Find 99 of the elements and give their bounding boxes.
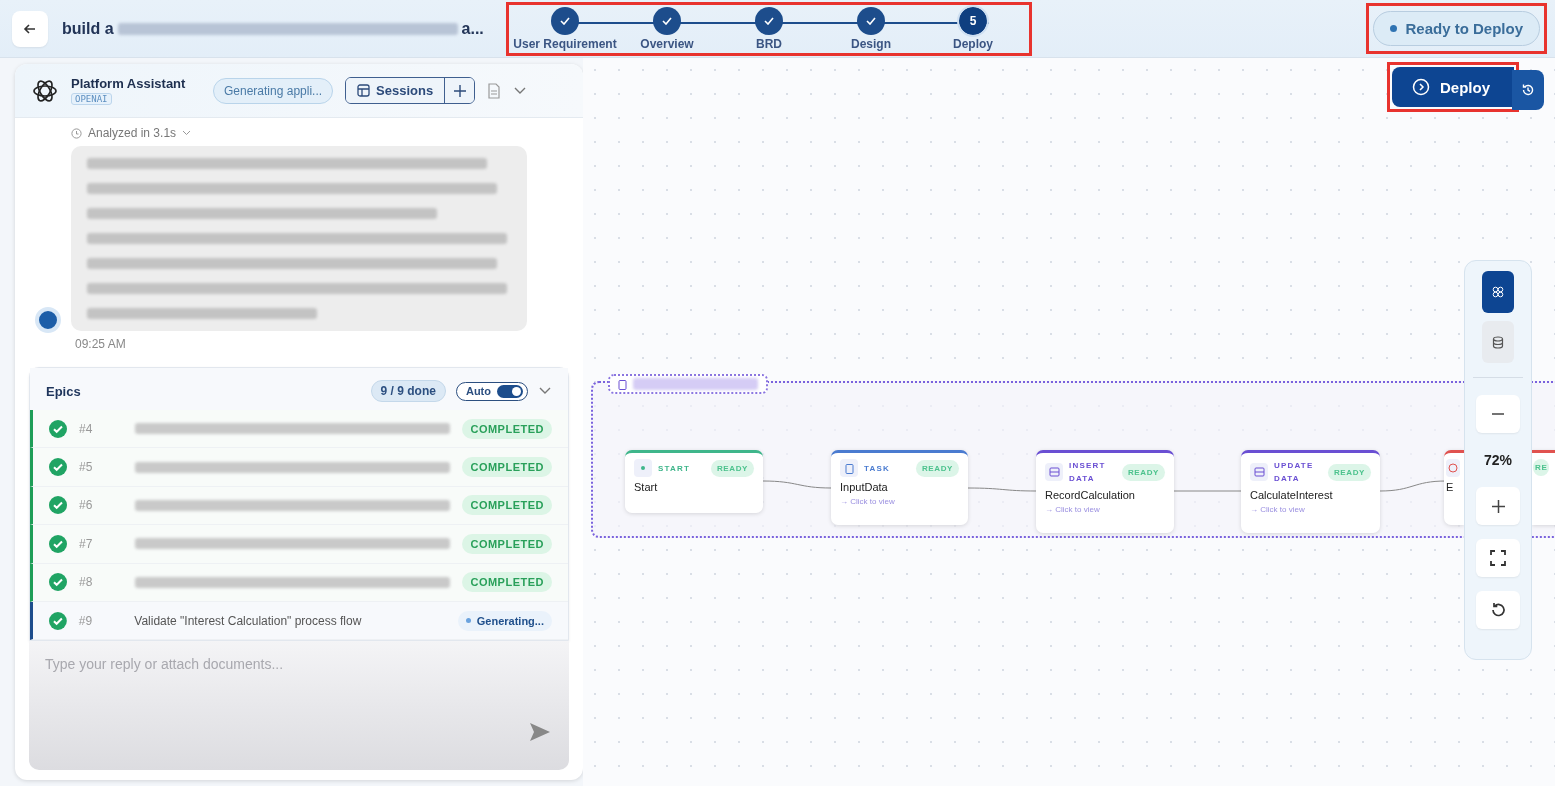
check-icon [764, 16, 774, 25]
database-icon [1492, 335, 1504, 349]
reset-icon [1490, 602, 1506, 618]
clipboard-icon [840, 459, 858, 477]
node-name: CalculateInterest [1250, 489, 1334, 501]
progress-pill: 9 / 9 done [370, 380, 446, 402]
epic-number: #7 [79, 536, 94, 551]
status-badge: COMPLETED [462, 572, 552, 593]
fullscreen-icon [1490, 550, 1506, 566]
table-icon [1045, 463, 1063, 481]
clock-icon [71, 127, 82, 139]
assistant-name: Platform Assistant [71, 76, 186, 91]
chevron-down-icon[interactable] [513, 85, 528, 96]
epics-title: Epics [46, 383, 82, 399]
node-type: UPDATE DATA [1274, 460, 1315, 485]
message-time: 09:25 AM [75, 337, 127, 351]
edge-line [1379, 480, 1447, 492]
node-name: RecordCalculation [1045, 489, 1136, 501]
auto-toggle[interactable]: Auto [455, 381, 528, 401]
ready-badge: READY [711, 459, 754, 477]
grid-view-button[interactable] [1482, 271, 1514, 313]
check-circle-icon [49, 534, 67, 553]
minus-icon [1492, 413, 1504, 415]
status-badge: Ready to Deploy [1373, 11, 1540, 46]
plus-icon [452, 83, 467, 98]
epic-number: #4 [79, 421, 94, 436]
step-label[interactable]: Design [851, 36, 891, 51]
fullscreen-button[interactable] [1476, 539, 1520, 577]
node-type: TASK [864, 462, 891, 475]
reset-button[interactable] [1476, 591, 1520, 629]
epic-title: Validate "Interest Calculation" process flow [134, 613, 363, 628]
step-label[interactable]: Deploy [953, 36, 993, 51]
epic-row[interactable]: #9 Validate "Interest Calculation" process flow Generating... [30, 601, 568, 641]
layout-icon [357, 84, 371, 97]
toggle-switch[interactable] [497, 384, 523, 398]
edge-line [762, 480, 832, 489]
check-circle-icon [49, 458, 67, 477]
zoom-level: 72% [1484, 452, 1512, 468]
check-icon [662, 16, 672, 25]
edge-line [1173, 490, 1242, 492]
step-label[interactable]: Overview [640, 36, 694, 51]
ready-badge: READY [1328, 463, 1371, 481]
analyzed-label: Analyzed in 3.1s [88, 126, 177, 140]
chevron-down-icon[interactable] [538, 386, 552, 396]
status-pill: Generating appli... [213, 77, 334, 104]
stop-icon [1446, 459, 1460, 477]
flow-node[interactable]: E [1444, 450, 1464, 525]
edge-line [967, 487, 1037, 492]
deploy-button[interactable]: Deploy [1392, 67, 1514, 107]
node-type: START [658, 462, 692, 475]
ready-badge: READY [1122, 463, 1165, 481]
status-badge: COMPLETED [462, 495, 552, 516]
check-circle-icon [49, 611, 67, 630]
check-circle-icon [49, 419, 67, 438]
history-icon [1521, 83, 1535, 97]
table-icon [1250, 463, 1268, 481]
back-button[interactable] [12, 10, 48, 47]
node-name: InputData [840, 481, 889, 493]
node-name: Start [634, 481, 659, 493]
node-type: INSERT DATA [1069, 460, 1107, 485]
flow-node[interactable]: TASK READY InputData → Click to view [831, 450, 968, 525]
back-arrow-icon [23, 21, 37, 36]
flow-node[interactable]: INSERT DATA READY RecordCalculation → Click to view [1036, 450, 1174, 533]
epic-number: #5 [79, 460, 94, 475]
node-name: E [1446, 481, 1455, 493]
status-badge: Generating... [457, 610, 552, 631]
check-circle-icon [49, 573, 67, 592]
epic-number: #9 [78, 613, 94, 628]
step-label[interactable]: BRD [756, 36, 782, 51]
epic-number: #8 [79, 575, 94, 590]
send-icon[interactable] [529, 722, 551, 742]
ready-badge: RE [1533, 459, 1550, 476]
reply-field[interactable]: Type your reply or attach documents... [43, 655, 555, 674]
flow-node[interactable]: UPDATE DATA READY CalculateInterest → Click to view [1241, 450, 1380, 533]
check-icon [560, 16, 570, 25]
status-badge: COMPLETED [462, 457, 552, 478]
grid-icon [1492, 286, 1504, 298]
check-icon [866, 16, 876, 25]
new-session-button[interactable] [444, 78, 475, 103]
provider-tag: OPENAI [71, 93, 112, 105]
step-number: 5 [969, 13, 977, 28]
plus-icon [1491, 499, 1505, 513]
sessions-button[interactable]: Sessions [346, 78, 445, 103]
start-icon [634, 459, 652, 477]
status-badge: COMPLETED [462, 533, 552, 554]
status-badge: COMPLETED [462, 418, 552, 439]
clipboard-icon [618, 378, 627, 390]
chevron-down-icon[interactable] [182, 130, 192, 136]
assistant-avatar [35, 307, 61, 333]
step-label[interactable]: User Requirement [513, 36, 617, 51]
database-button[interactable] [1482, 321, 1514, 363]
check-circle-icon [49, 496, 67, 515]
project-title-end: a... [461, 19, 484, 38]
project-title: build a [62, 19, 114, 38]
play-circle-icon [1412, 78, 1430, 96]
epic-number: #6 [79, 498, 94, 513]
flow-node[interactable]: START READY Start [625, 450, 763, 513]
history-button[interactable] [1512, 70, 1544, 110]
ready-badge: READY [916, 459, 959, 477]
